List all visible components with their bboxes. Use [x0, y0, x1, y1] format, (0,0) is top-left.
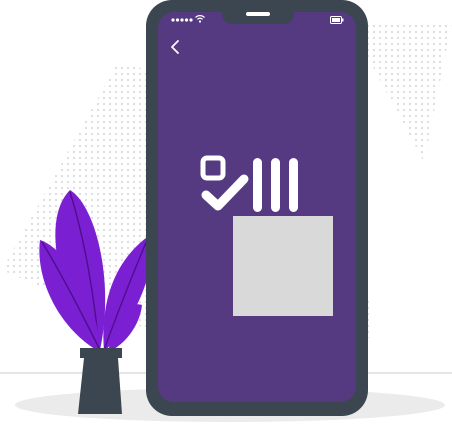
checkbox-check-bars-icon — [200, 155, 298, 212]
wifi-icon — [195, 15, 205, 23]
chevron-left-icon[interactable] — [166, 38, 184, 56]
illustration-scene — [0, 0, 452, 432]
battery-icon — [330, 16, 344, 24]
image-placeholder — [233, 216, 333, 316]
phone-speaker — [246, 12, 270, 16]
signal-dots-icon — [171, 18, 193, 22]
plant-pot — [78, 348, 122, 414]
